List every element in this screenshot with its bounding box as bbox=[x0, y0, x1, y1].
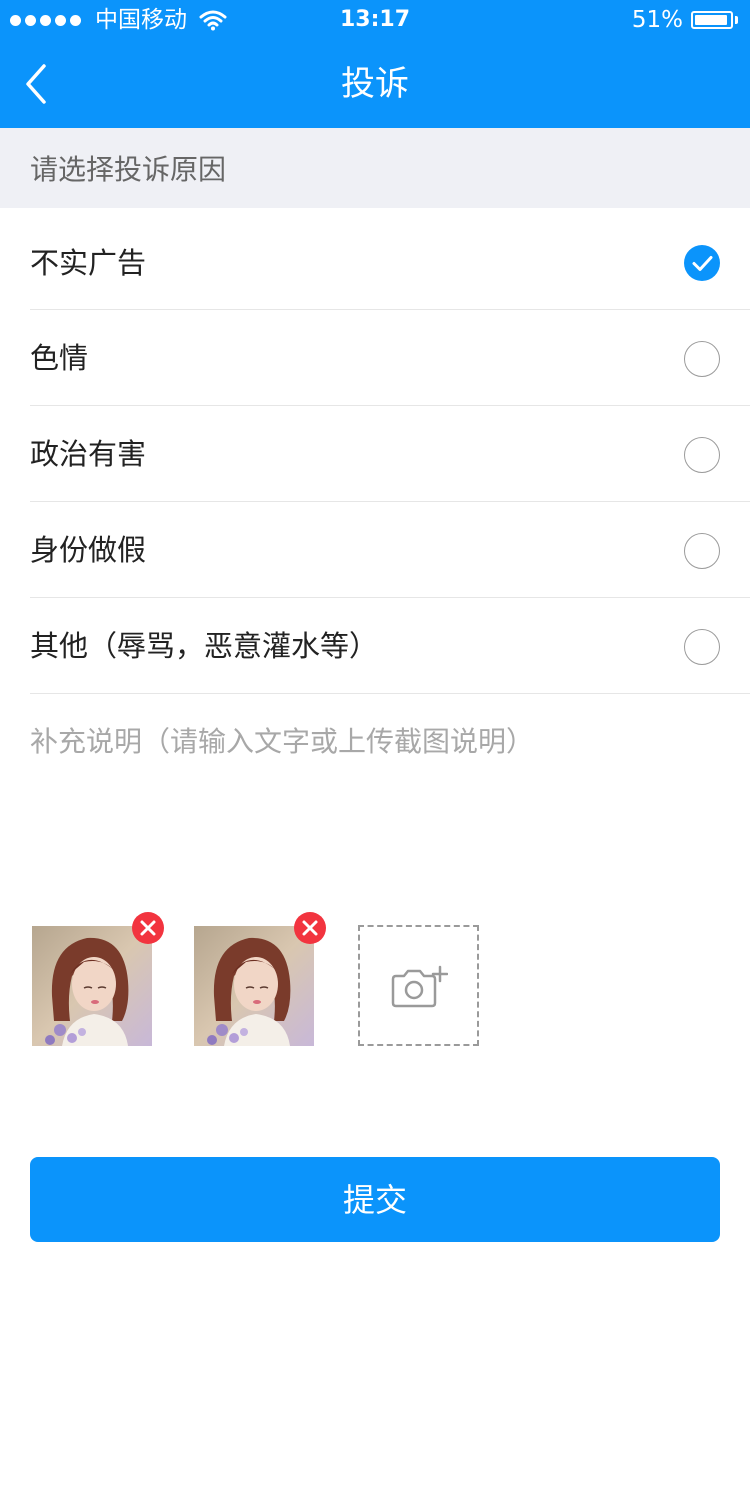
status-bar: 中国移动 13:17 51% bbox=[0, 0, 750, 40]
close-icon[interactable] bbox=[294, 912, 326, 944]
reason-label: 身份做假 bbox=[30, 533, 147, 567]
reason-option-porn[interactable]: 色情 bbox=[30, 310, 750, 406]
nav-bar: 投诉 bbox=[0, 40, 750, 128]
top-bar: 中国移动 13:17 51% 投诉 bbox=[0, 0, 750, 128]
reason-label: 色情 bbox=[30, 341, 89, 375]
note-input[interactable]: 补充说明（请输入文字或上传截图说明） bbox=[30, 720, 534, 760]
attachment-thumbnail[interactable] bbox=[194, 926, 314, 1046]
add-photo-button[interactable] bbox=[358, 925, 479, 1046]
reason-option-other[interactable]: 其他（辱骂，恶意灌水等） bbox=[30, 598, 750, 694]
attachment-thumbnail[interactable] bbox=[32, 926, 152, 1046]
submit-button[interactable]: 提交 bbox=[30, 1157, 720, 1242]
radio-icon[interactable] bbox=[684, 437, 720, 473]
radio-icon[interactable] bbox=[684, 629, 720, 665]
checked-radio-icon[interactable] bbox=[684, 245, 720, 281]
attachment-area bbox=[32, 912, 732, 1052]
radio-icon[interactable] bbox=[684, 533, 720, 569]
close-icon[interactable] bbox=[132, 912, 164, 944]
reason-label: 不实广告 bbox=[30, 246, 147, 280]
battery-icon bbox=[691, 11, 733, 29]
battery-percent: 51% bbox=[631, 7, 683, 33]
reason-label: 其他（辱骂，恶意灌水等） bbox=[30, 629, 379, 663]
reason-option-fake-identity[interactable]: 身份做假 bbox=[30, 502, 750, 598]
camera-add-icon bbox=[391, 965, 448, 1008]
page-title: 投诉 bbox=[341, 64, 409, 104]
reason-option-political[interactable]: 政治有害 bbox=[30, 406, 750, 502]
section-header: 请选择投诉原因 bbox=[0, 128, 750, 208]
reason-list: 不实广告 色情 政治有害 身份做假 其他（辱骂，恶意灌水等） bbox=[0, 208, 750, 694]
radio-icon[interactable] bbox=[684, 341, 720, 377]
reason-label: 政治有害 bbox=[30, 437, 147, 471]
reason-option-ad[interactable]: 不实广告 bbox=[30, 208, 750, 310]
